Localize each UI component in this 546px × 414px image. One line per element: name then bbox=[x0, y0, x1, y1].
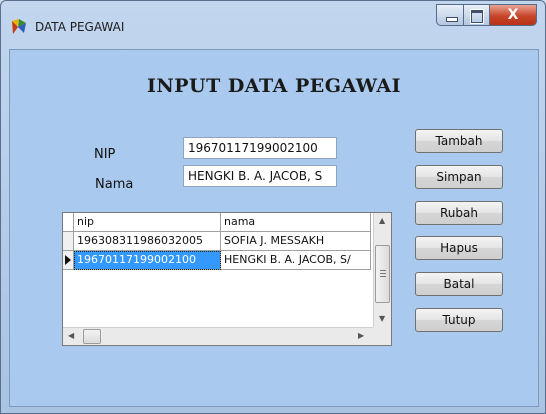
caption-buttons: X bbox=[436, 4, 537, 28]
window-title: DATA PEGAWAI bbox=[35, 20, 125, 34]
cell-nama[interactable]: SOFIA J. MESSAKH bbox=[221, 232, 371, 251]
maximize-icon bbox=[470, 9, 484, 24]
simpan-button[interactable]: Simpan bbox=[415, 165, 503, 189]
cell-nip[interactable]: 19670117199002100 bbox=[74, 251, 221, 270]
column-header-nama[interactable]: nama bbox=[221, 213, 371, 232]
form-client-area: INPUT DATA PEGAWAI NIP Nama 196701171990… bbox=[9, 49, 539, 407]
batal-button[interactable]: Batal bbox=[415, 272, 503, 296]
grip-icon bbox=[380, 270, 386, 271]
horizontal-scrollbar[interactable]: ◀ ▶ bbox=[63, 327, 373, 345]
close-icon: X bbox=[507, 7, 519, 23]
minimize-button[interactable] bbox=[436, 4, 464, 26]
app-icon bbox=[12, 19, 26, 34]
nip-label: NIP bbox=[94, 147, 116, 162]
table-row-selected[interactable]: 19670117199002100 HENGKI B. A. JACOB, S/ bbox=[63, 251, 371, 270]
horizontal-scroll-thumb[interactable] bbox=[83, 329, 101, 344]
grip-icon bbox=[380, 273, 386, 274]
minimize-icon bbox=[446, 17, 458, 22]
scroll-down-icon[interactable]: ▼ bbox=[379, 314, 385, 323]
data-grid[interactable]: nip nama 196308311986032005 SOFIA J. MES… bbox=[62, 212, 392, 346]
scroll-left-icon[interactable]: ◀ bbox=[68, 331, 74, 340]
maximize-button[interactable] bbox=[464, 4, 490, 26]
current-row-arrow-icon bbox=[65, 255, 71, 265]
page-title: INPUT DATA PEGAWAI bbox=[146, 75, 402, 97]
nama-label: Nama bbox=[95, 177, 134, 192]
vertical-scroll-thumb[interactable] bbox=[375, 245, 390, 303]
grip-icon bbox=[380, 276, 386, 277]
row-indicator-header bbox=[63, 213, 74, 232]
hapus-button[interactable]: Hapus bbox=[415, 236, 503, 260]
vertical-scrollbar[interactable]: ▲ ▼ bbox=[373, 213, 391, 327]
nama-field[interactable]: HENGKI B. A. JACOB, S bbox=[183, 165, 337, 187]
main-window: DATA PEGAWAI X INPUT DATA PEGAWAI NIP Na… bbox=[0, 0, 546, 414]
scroll-corner bbox=[373, 327, 391, 345]
table-row[interactable]: 196308311986032005 SOFIA J. MESSAKH bbox=[63, 232, 371, 251]
close-button[interactable]: X bbox=[490, 4, 537, 26]
title-bar[interactable]: DATA PEGAWAI X bbox=[1, 1, 545, 49]
cell-nama[interactable]: HENGKI B. A. JACOB, S/ bbox=[221, 251, 371, 270]
grid-header-row: nip nama bbox=[63, 213, 371, 232]
tutup-button[interactable]: Tutup bbox=[415, 308, 503, 332]
cell-nip[interactable]: 196308311986032005 bbox=[74, 232, 221, 251]
row-indicator bbox=[63, 232, 74, 251]
scroll-right-icon[interactable]: ▶ bbox=[358, 331, 364, 340]
column-header-nip[interactable]: nip bbox=[74, 213, 221, 232]
nip-field[interactable]: 19670117199002100 bbox=[183, 137, 337, 159]
rubah-button[interactable]: Rubah bbox=[415, 201, 503, 225]
tambah-button[interactable]: Tambah bbox=[415, 129, 503, 153]
scroll-up-icon[interactable]: ▲ bbox=[379, 216, 385, 225]
row-indicator bbox=[63, 251, 74, 270]
